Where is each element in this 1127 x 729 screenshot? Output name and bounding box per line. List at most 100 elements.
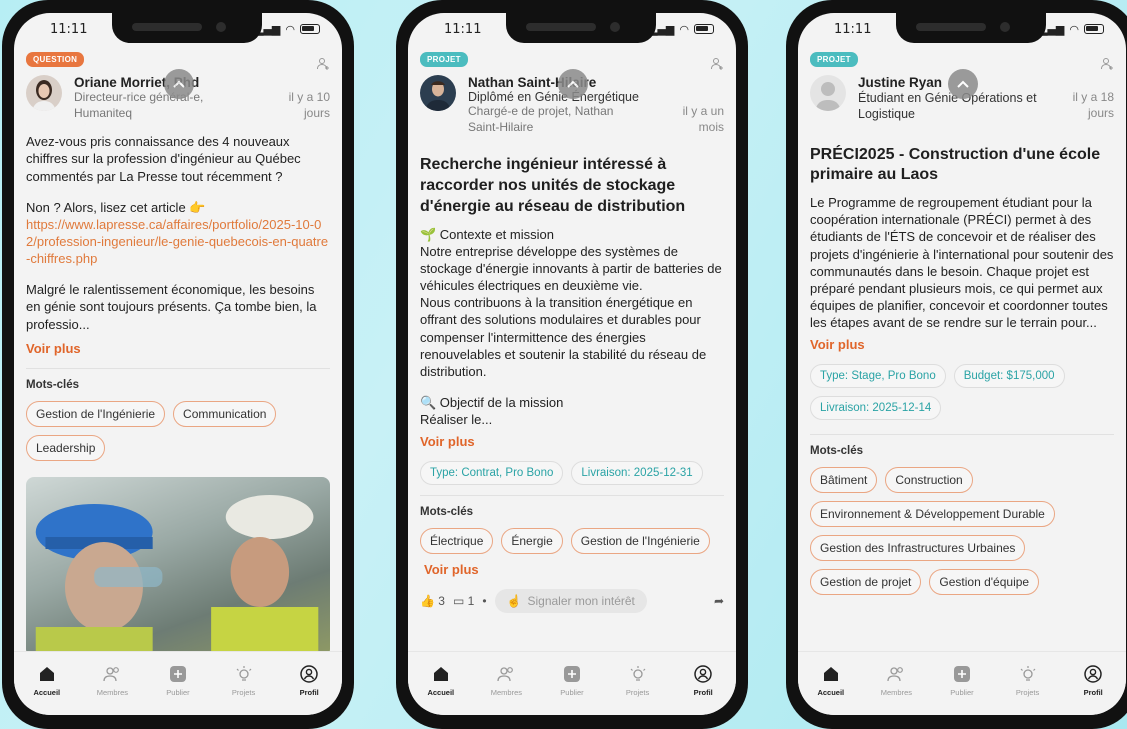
post-card: QUESTION Oriane Morriet, Phd Directeur-r… xyxy=(14,49,342,651)
post-paragraph: Le Programme de regroupement étudiant po… xyxy=(810,195,1114,331)
nav-profil[interactable]: Profil xyxy=(1065,664,1121,697)
screen: 11:11 ▂▄▆ ◠ QUESTION Oriane Morriet, Phd xyxy=(14,13,342,715)
meta-chip-type: Type: Stage, Pro Bono xyxy=(810,364,946,389)
post-paragraph: Avez-vous pris connaissance des 4 nouvea… xyxy=(26,134,301,184)
divider xyxy=(420,495,724,497)
home-icon xyxy=(823,667,838,681)
voir-plus-link[interactable]: Voir plus xyxy=(420,434,475,449)
phone-frame-1: 11:11 ▂▄▆ ◠ QUESTION Oriane Morriet, Phd xyxy=(2,0,354,729)
voir-plus-link[interactable]: Voir plus xyxy=(810,337,865,352)
post-time: il y a 10 jours xyxy=(288,90,330,120)
post-body: Avez-vous pris connaissance des 4 nouvea… xyxy=(26,133,330,333)
project-meta: Type: Contrat, Pro Bono Livraison: 2025-… xyxy=(420,461,724,486)
nav-profil[interactable]: Profil xyxy=(281,664,337,697)
status-icons: ▂▄▆ ◠ xyxy=(1039,23,1104,36)
status-time: 11:11 xyxy=(444,21,482,37)
nav-projets[interactable]: Projets xyxy=(1000,664,1056,697)
keywords-list: Gestion de l'Ingénierie Communication Le… xyxy=(26,400,330,461)
keywords-list: Électrique Énergie Gestion de l'Ingénier… xyxy=(420,528,724,577)
post-text: Non ? Alors, lisez cet article 👉 xyxy=(26,199,206,215)
keyword-chip[interactable]: Gestion de l'Ingénierie xyxy=(570,528,710,555)
follow-user-icon[interactable] xyxy=(316,57,330,71)
nav-publier[interactable]: Publier xyxy=(934,664,990,697)
separator-dot: • xyxy=(482,594,487,609)
post-body: Le Programme de regroupement étudiant po… xyxy=(810,194,1114,331)
meta-chip-delivery: Livraison: 2025-12-31 xyxy=(571,461,703,486)
post-time: il y a un mois xyxy=(682,104,724,134)
wifi-icon: ◠ xyxy=(679,22,689,36)
wifi-icon: ◠ xyxy=(1069,22,1079,36)
avatar xyxy=(810,75,846,111)
post-paragraph: Réaliser le... xyxy=(420,412,493,428)
voir-plus-link[interactable]: Voir plus xyxy=(26,341,81,356)
meta-chip-type: Type: Contrat, Pro Bono xyxy=(420,461,564,486)
keyword-chip[interactable]: Environnement & Développement Durable xyxy=(810,501,1055,528)
nav-label: Profil xyxy=(299,688,319,697)
battery-icon xyxy=(1084,24,1104,34)
share-icon[interactable]: ➦ xyxy=(714,594,724,608)
nav-membres[interactable]: Membres xyxy=(868,664,924,697)
follow-user-icon[interactable] xyxy=(710,57,724,71)
keyword-chip[interactable]: Construction xyxy=(885,467,973,494)
nav-label: Membres xyxy=(880,688,913,697)
keyword-chip[interactable]: Leadership xyxy=(26,434,106,461)
post-paragraph: Notre entreprise développe des systèmes … xyxy=(420,243,722,294)
keyword-chip[interactable]: Bâtiment xyxy=(810,467,878,494)
nav-label: Publier xyxy=(560,688,584,697)
author-name: Oriane Morriet, Phd xyxy=(74,75,200,90)
nav-accueil[interactable]: Accueil xyxy=(803,664,859,697)
keywords-label: Mots-clés xyxy=(810,445,864,458)
nav-accueil[interactable]: Accueil xyxy=(413,664,469,697)
nav-publier[interactable]: Publier xyxy=(544,664,600,697)
keywords-more-link[interactable]: Voir plus xyxy=(424,562,479,577)
nav-projets[interactable]: Projets xyxy=(610,664,666,697)
nav-projets[interactable]: Projets xyxy=(216,664,272,697)
profile-icon xyxy=(1084,665,1102,683)
like-button[interactable]: 👍 3 xyxy=(420,594,445,608)
status-icons: ▂▄▆ ◠ xyxy=(255,23,320,36)
author-subtitle: Diplômé en Génie Énergétique xyxy=(468,90,639,104)
like-count: 3 xyxy=(438,594,445,609)
section-heading: 🌱 Contexte et mission xyxy=(420,226,554,242)
lightbulb-icon xyxy=(630,666,646,681)
post-time: il y a 18 jours xyxy=(1072,90,1114,120)
keyword-chip[interactable]: Communication xyxy=(173,400,277,427)
profile-icon xyxy=(694,665,712,683)
nav-publier[interactable]: Publier xyxy=(150,664,206,697)
article-link[interactable]: https://www.lapresse.ca/affaires/portfol… xyxy=(26,217,328,266)
nav-profil[interactable]: Profil xyxy=(675,664,731,697)
follow-user-icon[interactable] xyxy=(1100,57,1114,71)
keyword-chip[interactable]: Gestion de projet xyxy=(810,569,922,596)
keyword-chip[interactable]: Gestion d'équipe xyxy=(929,569,1040,596)
nav-label: Accueil xyxy=(427,688,455,697)
nav-label: Membres xyxy=(96,688,129,697)
nav-label: Publier xyxy=(950,688,974,697)
keyword-chip[interactable]: Énergie xyxy=(501,528,563,555)
nav-accueil[interactable]: Accueil xyxy=(19,664,75,697)
profile-icon xyxy=(300,665,318,683)
post-image[interactable] xyxy=(26,476,330,651)
scroll-top-button[interactable] xyxy=(948,69,978,99)
post-actions: 👍 3 ▭ 1 • ☝ Signaler mon intérêt ➦ xyxy=(420,589,724,614)
nav-membres[interactable]: Membres xyxy=(84,664,140,697)
notch xyxy=(112,13,262,43)
plus-icon xyxy=(563,666,580,682)
nav-label: Projets xyxy=(625,688,650,697)
author-name: Nathan Saint-Hilaire xyxy=(468,75,597,90)
signal-interest-label: Signaler mon intérêt xyxy=(527,594,635,609)
post-type-badge: PROJET xyxy=(810,52,858,67)
scroll-top-button[interactable] xyxy=(164,69,194,99)
nav-membres[interactable]: Membres xyxy=(478,664,534,697)
members-icon xyxy=(887,667,904,682)
home-icon xyxy=(433,667,448,681)
scroll-top-button[interactable] xyxy=(558,69,588,99)
post-body: 🌱 Contexte et mission Notre entreprise d… xyxy=(420,226,724,429)
keyword-chip[interactable]: Gestion des Infrastructures Urbaines xyxy=(810,535,1026,562)
meta-chip-delivery: Livraison: 2025-12-14 xyxy=(810,396,942,421)
comment-button[interactable]: ▭ 1 xyxy=(453,594,474,608)
nav-label: Accueil xyxy=(817,688,845,697)
signal-interest-button[interactable]: ☝ Signaler mon intérêt xyxy=(494,589,647,614)
screen: 11:11 ▂▄▆ ◠ PROJET Nathan Saint-Hilaire … xyxy=(408,13,736,715)
keyword-chip[interactable]: Électrique xyxy=(420,528,494,555)
keyword-chip[interactable]: Gestion de l'Ingénierie xyxy=(26,400,166,427)
